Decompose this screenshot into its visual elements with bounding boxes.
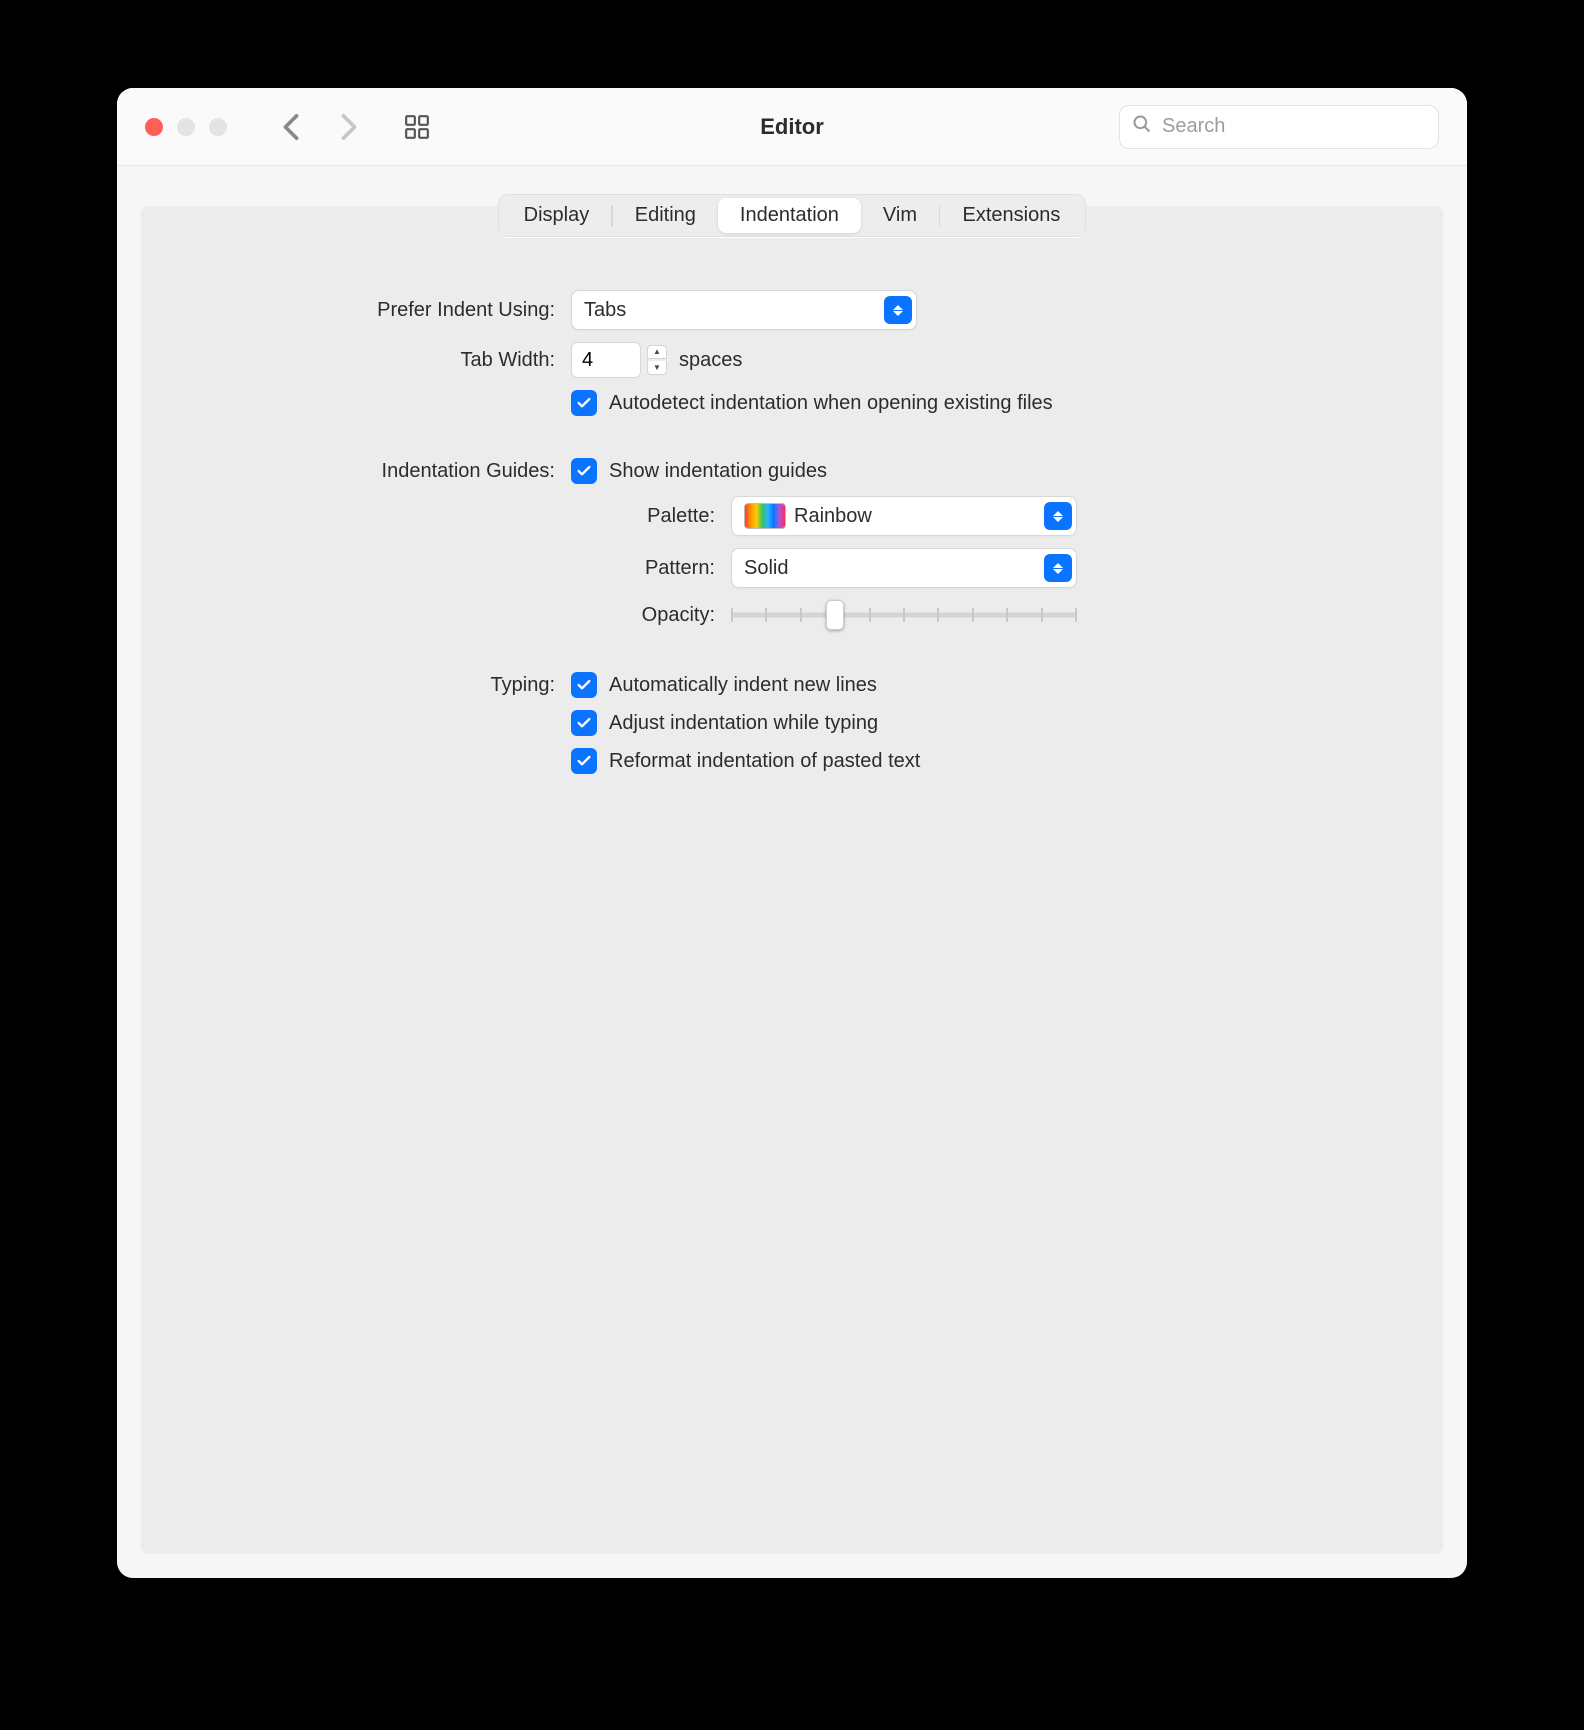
opacity-slider[interactable] xyxy=(731,600,1077,630)
autodetect-checkbox[interactable] xyxy=(571,390,597,416)
tab-extensions[interactable]: Extensions xyxy=(940,198,1082,233)
reformat-pasted-checkbox[interactable] xyxy=(571,748,597,774)
tab-width-stepper[interactable]: ▲ ▼ xyxy=(647,345,667,375)
tab-bar: Display Editing Indentation Vim Extensio… xyxy=(498,194,1087,237)
titlebar: Editor xyxy=(117,88,1467,166)
tab-width-input[interactable] xyxy=(571,342,641,378)
prefer-indent-value: Tabs xyxy=(584,299,884,322)
palette-select[interactable]: Rainbow xyxy=(731,496,1077,536)
pattern-value: Solid xyxy=(744,557,1044,580)
tab-indentation[interactable]: Indentation xyxy=(718,198,861,233)
stepper-up[interactable]: ▲ xyxy=(647,345,667,359)
opacity-label: Opacity: xyxy=(141,604,731,627)
pattern-label: Pattern: xyxy=(141,557,731,580)
show-guides-checkbox[interactable] xyxy=(571,458,597,484)
preferences-window: Editor Display Editing Indentation Vim E… xyxy=(117,88,1467,1578)
forward-button[interactable] xyxy=(325,103,373,151)
typing-label: Typing: xyxy=(141,674,571,697)
autodetect-label: Autodetect indentation when opening exis… xyxy=(609,392,1053,415)
search-icon xyxy=(1132,114,1152,139)
tab-display[interactable]: Display xyxy=(502,198,612,233)
guides-label: Indentation Guides: xyxy=(141,460,571,483)
auto-indent-label: Automatically indent new lines xyxy=(609,674,877,697)
window-title: Editor xyxy=(760,114,824,140)
palette-value: Rainbow xyxy=(794,505,1044,528)
auto-indent-checkbox[interactable] xyxy=(571,672,597,698)
show-guides-label: Show indentation guides xyxy=(609,460,827,483)
tab-width-unit: spaces xyxy=(679,349,742,372)
stepper-down[interactable]: ▼ xyxy=(647,361,667,375)
zoom-button[interactable] xyxy=(209,118,227,136)
back-button[interactable] xyxy=(267,103,315,151)
palette-label: Palette: xyxy=(141,505,731,528)
adjust-while-typing-label: Adjust indentation while typing xyxy=(609,712,878,735)
chevron-updown-icon xyxy=(1044,502,1072,530)
chevron-updown-icon xyxy=(1044,554,1072,582)
adjust-while-typing-checkbox[interactable] xyxy=(571,710,597,736)
chevron-updown-icon xyxy=(884,296,912,324)
search-input[interactable] xyxy=(1162,115,1427,138)
tab-width-label: Tab Width: xyxy=(141,349,571,372)
settings-panel: Display Editing Indentation Vim Extensio… xyxy=(141,206,1443,1554)
prefer-indent-select[interactable]: Tabs xyxy=(571,290,917,330)
prefer-indent-label: Prefer Indent Using: xyxy=(141,299,571,322)
pattern-select[interactable]: Solid xyxy=(731,548,1077,588)
tab-vim[interactable]: Vim xyxy=(861,198,939,233)
minimize-button[interactable] xyxy=(177,118,195,136)
rainbow-icon xyxy=(744,503,786,529)
search-field[interactable] xyxy=(1119,105,1439,149)
slider-thumb[interactable] xyxy=(826,600,844,630)
close-button[interactable] xyxy=(145,118,163,136)
show-all-button[interactable] xyxy=(393,103,441,151)
reformat-pasted-label: Reformat indentation of pasted text xyxy=(609,750,920,773)
tab-editing[interactable]: Editing xyxy=(613,198,718,233)
traffic-lights xyxy=(145,118,227,136)
